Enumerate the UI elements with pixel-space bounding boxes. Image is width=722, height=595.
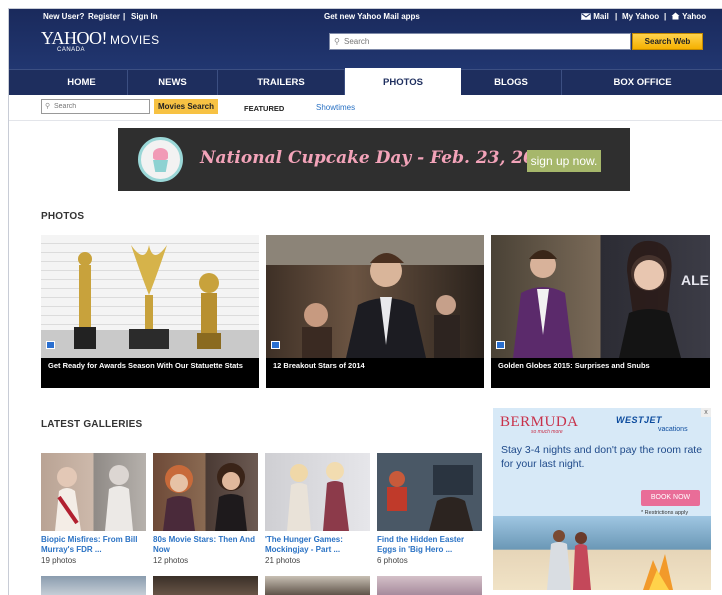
- register-link[interactable]: Register: [88, 12, 120, 21]
- web-search-input[interactable]: [344, 35, 624, 48]
- search-web-button[interactable]: Search Web: [632, 33, 703, 50]
- gallery-thumbnail[interactable]: [265, 453, 370, 531]
- separator: |: [615, 12, 618, 21]
- main-nav: HOME NEWS TRAILERS PHOTOS BLOGS BOX OFFI…: [9, 68, 722, 97]
- gallery-thumbnail[interactable]: [153, 453, 258, 531]
- cupcake-day-banner[interactable]: National Cupcake Day - Feb. 23, 2015 sig…: [118, 128, 630, 191]
- home-icon: [671, 12, 680, 20]
- beach-couple-image: [493, 516, 711, 590]
- photo-card[interactable]: 12 Breakout Stars of 2014: [266, 235, 484, 388]
- sub-nav: ⚲ Movies Search FEATURED Showtimes: [9, 95, 722, 121]
- breakout-stars-image: [266, 235, 484, 358]
- gallery-thumbnail[interactable]: [153, 576, 258, 595]
- movies-search-box: ⚲: [41, 99, 150, 114]
- yahoo-home-link[interactable]: Yahoo: [671, 12, 706, 21]
- bermuda-tagline: so much more: [531, 429, 563, 435]
- westjet-vacations: vacations: [658, 426, 688, 433]
- bermuda-advertisement[interactable]: x BERMUDA so much more WESTJET vacations…: [493, 408, 711, 590]
- logo-region: CANADA: [57, 47, 86, 53]
- camera-icon: [271, 341, 280, 349]
- gallery-photo-count: 21 photos: [265, 556, 301, 565]
- mail-icon: [581, 13, 591, 20]
- photo-caption: 12 Breakout Stars of 2014: [266, 358, 484, 388]
- showtimes-link[interactable]: Showtimes: [316, 103, 355, 112]
- photo-caption: Golden Globes 2015: Surprises and Snubs: [491, 358, 710, 388]
- camera-icon: [46, 341, 55, 349]
- featured-link[interactable]: FEATURED: [244, 104, 284, 113]
- separator: |: [664, 12, 667, 21]
- sign-in-link[interactable]: Sign In: [131, 12, 158, 21]
- movies-search-button[interactable]: Movies Search: [154, 99, 218, 114]
- gallery-title-link[interactable]: Find the Hidden Easter Eggs in 'Big Hero…: [377, 535, 485, 555]
- tab-trailers[interactable]: TRAILERS: [218, 70, 345, 96]
- yahoo-label: Yahoo: [682, 12, 707, 21]
- book-now-button[interactable]: BOOK NOW: [641, 490, 700, 506]
- logo-movies: MOVIES: [110, 33, 160, 47]
- gallery-thumbnail[interactable]: [265, 576, 370, 595]
- latest-galleries-title: LATEST GALLERIES: [41, 419, 143, 430]
- web-search-box: ⚲: [329, 33, 631, 50]
- mail-label: Mail: [593, 12, 609, 21]
- yahoo-movies-logo[interactable]: YAHOO! MOVIES: [41, 28, 160, 49]
- tab-news[interactable]: NEWS: [128, 70, 218, 96]
- gallery-thumbnail[interactable]: [41, 453, 146, 531]
- ad-close-icon[interactable]: x: [701, 408, 711, 417]
- statuettes-image: [41, 235, 259, 358]
- restrictions-note: * Restrictions apply: [641, 510, 689, 516]
- ad-text: Stay 3-4 nights and don't pay the room r…: [501, 444, 703, 470]
- tab-box-office[interactable]: BOX OFFICE: [562, 70, 722, 96]
- search-icon: ⚲: [334, 37, 340, 46]
- gallery-thumbnail[interactable]: [377, 576, 482, 595]
- search-icon: ⚲: [45, 103, 51, 110]
- separator: |: [123, 12, 126, 21]
- tab-photos[interactable]: PHOTOS: [345, 68, 461, 97]
- logo-yahoo: YAHOO!: [41, 28, 108, 48]
- photo-caption: Get Ready for Awards Season With Our Sta…: [41, 358, 259, 388]
- banner-text: National Cupcake Day - Feb. 23, 2015: [200, 148, 559, 168]
- gallery-thumbnail[interactable]: [41, 576, 146, 595]
- photos-section-title: PHOTOS: [41, 211, 85, 222]
- tab-home[interactable]: HOME: [36, 70, 128, 96]
- tab-blogs[interactable]: BLOGS: [461, 70, 562, 96]
- cupcake-icon: [138, 137, 183, 182]
- golden-globes-image: ALEF: [491, 235, 710, 358]
- movies-search-input[interactable]: [54, 101, 146, 112]
- header: New User? Register | Sign In Get new Yah…: [9, 9, 722, 69]
- mail-apps-link[interactable]: Get new Yahoo Mail apps: [324, 12, 420, 21]
- gallery-photo-count: 12 photos: [153, 556, 189, 565]
- photo-card[interactable]: Get Ready for Awards Season With Our Sta…: [41, 235, 259, 388]
- gallery-title-link[interactable]: 80s Movie Stars: Then And Now: [153, 535, 261, 555]
- my-yahoo-link[interactable]: My Yahoo: [622, 12, 659, 21]
- new-user-text: New User?: [43, 12, 85, 21]
- gallery-photo-count: 6 photos: [377, 556, 408, 565]
- sign-up-button[interactable]: sign up now.: [527, 150, 601, 172]
- svg-text:ALEF: ALEF: [681, 272, 710, 288]
- photo-card[interactable]: ALEF Golden Globes 2015: Surprises and S…: [491, 235, 710, 388]
- mail-link[interactable]: Mail: [581, 12, 609, 21]
- gallery-thumbnail[interactable]: [377, 453, 482, 531]
- camera-icon: [496, 341, 505, 349]
- gallery-title-link[interactable]: 'The Hunger Games: Mockingjay - Part ...: [265, 535, 373, 555]
- gallery-title-link[interactable]: Biopic Misfires: From Bill Murray's FDR …: [41, 535, 149, 555]
- page-frame: New User? Register | Sign In Get new Yah…: [8, 8, 722, 595]
- gallery-photo-count: 19 photos: [41, 556, 77, 565]
- westjet-logo: WESTJET: [616, 415, 663, 425]
